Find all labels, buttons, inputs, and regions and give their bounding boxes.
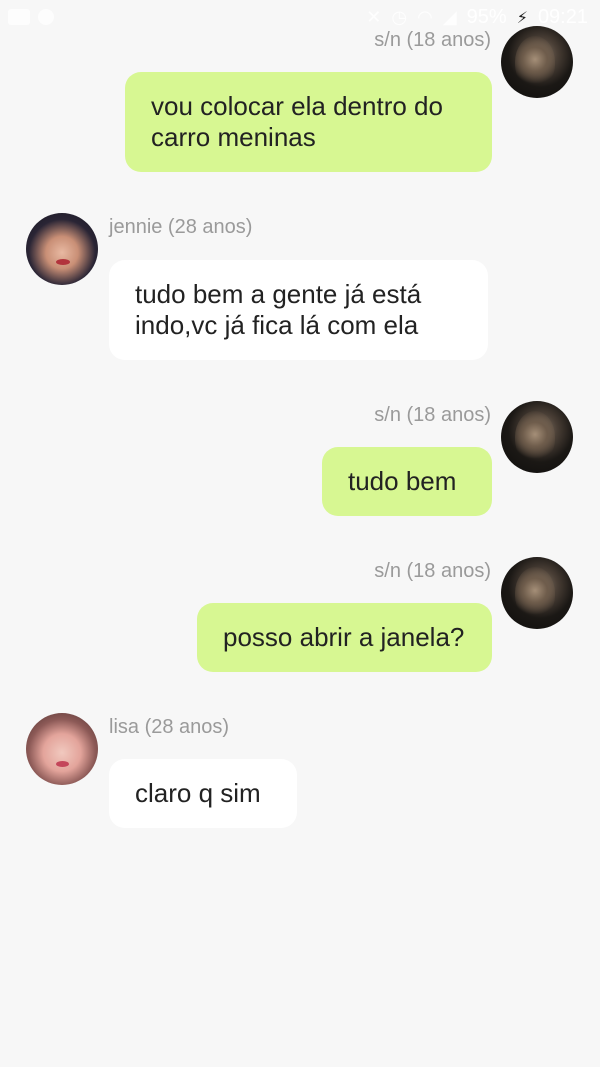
person-icon [38,9,54,25]
sender-name: s/n (18 anos) [374,29,491,51]
message-bubble-outgoing[interactable]: tudo bem [322,447,492,516]
charging-icon: ⚡ [516,9,528,27]
camera-icon [8,9,30,25]
status-bar: ✕ ◷ ◠ ◢ 95% ⚡ 09:21 [0,0,600,38]
avatar-sn[interactable] [501,557,573,629]
message-bubble-outgoing[interactable]: posso abrir a janela? [197,603,492,672]
sender-name: lisa (28 anos) [109,716,230,738]
wifi-off-icon: ✕ [366,7,382,27]
alarm-icon: ◷ [391,7,408,27]
sender-name: s/n (18 anos) [374,560,491,582]
status-right-icons: ✕ ◷ ◠ ◢ 95% ⚡ 09:21 [366,6,588,29]
avatar-sn[interactable] [501,401,573,473]
sender-name: jennie (28 anos) [109,216,253,238]
avatar-sn[interactable] [501,26,573,98]
message-bubble-incoming[interactable]: tudo bem a gente já está indo,vc já fica… [109,260,488,360]
message-bubble-outgoing[interactable]: vou colocar ela dentro do carro meninas [125,72,492,172]
message-bubble-incoming[interactable]: claro q sim [109,759,297,828]
signal-icon: ◢ [442,7,457,27]
status-time: 09:21 [537,6,588,28]
status-left-icons [8,9,54,25]
battery-percent: 95% [466,6,507,28]
sender-name: s/n (18 anos) [374,404,491,426]
avatar-lisa[interactable] [26,713,98,785]
wifi-icon: ◠ [417,7,433,27]
avatar-jennie[interactable] [26,213,98,285]
